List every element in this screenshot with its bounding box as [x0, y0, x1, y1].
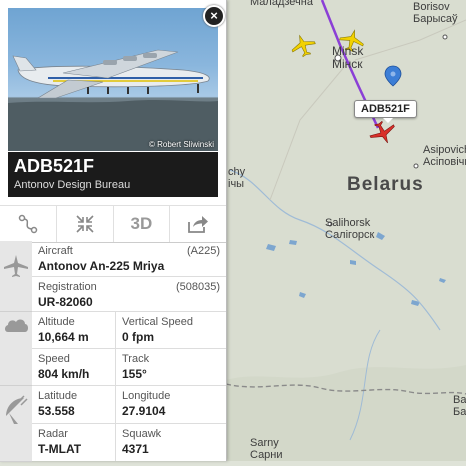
share-button[interactable] [170, 206, 226, 242]
collapse-button[interactable] [57, 206, 114, 242]
aircraft-photo[interactable]: © Robert Sliwinski [8, 8, 218, 151]
city-label-asipovichy: Asipovichy [423, 144, 466, 156]
aircraft-type-code: (A225) [186, 245, 220, 257]
flight-info-panel: © Robert Sliwinski ADB521F Antonov Desig… [0, 0, 227, 462]
speed-label: Speed [38, 353, 70, 365]
track-value: 155° [122, 367, 147, 381]
photo-credit: © Robert Sliwinski [148, 140, 214, 149]
altitude-cell: Altitude 10,664 m [32, 312, 115, 348]
city-label-minsk: Minsk [332, 44, 364, 58]
track-label: Track [122, 353, 150, 365]
city-label: Маладзечна [250, 0, 313, 8]
speed-cell: Speed 804 km/h [32, 349, 115, 385]
city-label-salihorsk: Salihorsk [325, 217, 371, 229]
speed-row: Speed 804 km/h Track 155° [32, 349, 226, 386]
share-icon [188, 216, 209, 233]
registration-label: Registration [38, 281, 97, 293]
altitude-row: Altitude 10,664 m Vertical Speed 0 fpm [32, 312, 226, 349]
latitude-value: 53.558 [38, 404, 75, 418]
squawk-value: 4371 [122, 442, 149, 456]
aircraft-photo-image [8, 49, 218, 151]
registration-value[interactable]: UR-82060 [38, 295, 93, 309]
city-label-partial: chy [228, 166, 246, 178]
cloud-icon [5, 319, 28, 332]
squawk-label: Squawk [122, 428, 162, 440]
vertical-speed-label: Vertical Speed [122, 316, 193, 328]
altitude-value: 10,664 m [38, 330, 89, 344]
city-label-sarny-cyr: Сарни [250, 449, 283, 461]
city-label-partial-cyr: ічы [228, 178, 245, 190]
route-button[interactable] [0, 206, 57, 242]
latitude-label: Latitude [38, 390, 78, 402]
city-label-salihorsk-cyr: Салігорск [325, 229, 375, 241]
registration-row: Registration (508035) UR-82060 [32, 277, 226, 312]
longitude-label: Longitude [122, 390, 171, 402]
aircraft-label: Aircraft [38, 245, 73, 257]
altitude-label: Altitude [38, 316, 75, 328]
registration-hex-code: (508035) [175, 281, 220, 293]
collapse-icon [76, 215, 94, 233]
flight-title-box: ADB521F Antonov Design Bureau [8, 152, 218, 197]
city-label-partial-right: Ba [453, 394, 466, 406]
longitude-value: 27.9104 [122, 404, 166, 418]
flight-callsign-tag[interactable]: ADB521F [354, 100, 417, 123]
city-label-borisov: Borisov [413, 1, 450, 13]
city-label-minsk-cyr: Мінск [332, 57, 363, 71]
city-label-borisov-cyr: Барысаў [413, 13, 458, 25]
weather-section-icon [0, 312, 32, 386]
close-button[interactable]: × [203, 5, 225, 27]
city-label-sarny: Sarny [250, 437, 279, 449]
vertical-speed-value: 0 fpm [122, 330, 155, 344]
airplane-icon [4, 255, 28, 277]
country-label: Belarus [347, 174, 424, 195]
aircraft-value[interactable]: Antonov An-225 Mriya [38, 259, 164, 273]
radar-cell: Radar T-MLAT [32, 424, 115, 461]
track-cell: Track 155° [115, 349, 227, 385]
airline-name: Antonov Design Bureau [14, 179, 131, 191]
aircraft-section-icon [0, 241, 32, 312]
latitude-cell: Latitude 53.558 [32, 386, 115, 423]
flight-id: ADB521F [14, 156, 95, 176]
radar-label: Radar [38, 428, 68, 440]
position-row: Latitude 53.558 Longitude 27.9104 [32, 386, 226, 424]
longitude-cell: Longitude 27.9104 [115, 386, 227, 423]
radar-value: T-MLAT [38, 442, 82, 456]
speed-value: 804 km/h [38, 367, 90, 381]
close-icon: × [210, 8, 218, 23]
3d-view-button[interactable]: 3D [114, 206, 171, 242]
squawk-cell: Squawk 4371 [115, 424, 227, 461]
city-label-asipovichy-cyr: Асіповічы [423, 156, 466, 168]
radar-section-icon [0, 386, 32, 462]
radar-row: Radar T-MLAT Squawk 4371 [32, 424, 226, 461]
vertical-speed-cell: Vertical Speed 0 fpm [115, 312, 227, 348]
route-icon [18, 214, 38, 234]
city-label-partial-right-cyr: Ба [453, 406, 466, 418]
aircraft-row: Aircraft (A225) Antonov An-225 Mriya [32, 241, 226, 277]
panel-toolbar: 3D [0, 205, 226, 243]
radar-dish-icon [6, 395, 28, 424]
